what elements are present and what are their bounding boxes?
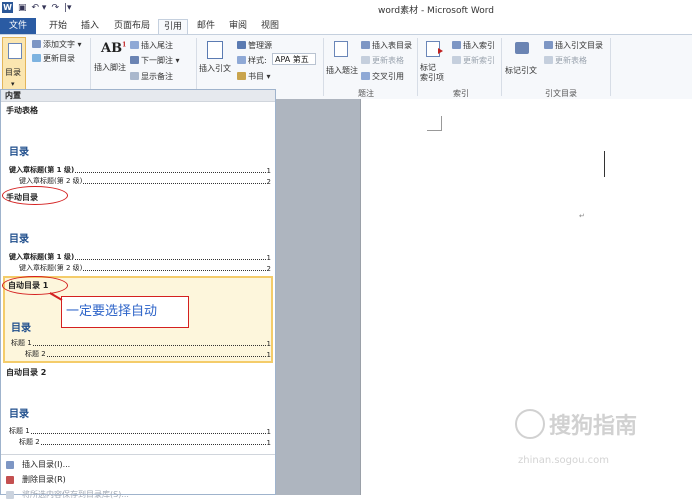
toc-label: 目录 (5, 68, 21, 77)
insert-endnote-icon (130, 41, 139, 49)
table-of-figures-icon (361, 41, 370, 49)
gallery-section-header: 内置 (1, 90, 275, 102)
insert-table-of-figures-button[interactable]: 插入表目录 (361, 40, 412, 51)
gallery-item-manual-table[interactable]: 手动表格 目录 键入章标题(第 1 级) 1 键入章标题(第 2 级) 2 (1, 103, 275, 189)
show-notes-button[interactable]: 显示备注 (130, 71, 173, 82)
mark-entry-icon (426, 41, 443, 57)
bibliography-button[interactable]: 书目 ▾ (237, 71, 271, 82)
insert-toc-menu-item[interactable]: 插入目录(I)... (6, 459, 70, 470)
update-index-button[interactable]: 更新索引 (452, 55, 495, 66)
manage-sources-button[interactable]: 管理源 (237, 40, 272, 51)
annotation-ellipse-manual-toc (2, 186, 68, 205)
add-text-icon (32, 40, 41, 48)
update-toc-icon (32, 54, 41, 62)
toc-line: 键入章标题(第 2 级) 2 (19, 264, 271, 273)
tab-references[interactable]: 引用 (158, 19, 188, 34)
mark-entry-button[interactable]: 标记 索引项 (420, 39, 446, 87)
toc-line: 标题 11 (9, 427, 271, 436)
update-toc-button[interactable]: 更新目录 (32, 53, 75, 64)
insert-citation-button[interactable]: 插入引文 (199, 39, 233, 91)
table-of-authorities-icon (544, 41, 553, 49)
toc-line: 键入章标题(第 2 级) 2 (19, 177, 271, 186)
manual-table-title: 目录 (9, 147, 29, 158)
tab-page-layout[interactable]: 页面布局 (110, 19, 154, 33)
update-authorities-icon (544, 56, 553, 64)
auto-toc-2-title: 目录 (9, 409, 29, 420)
update-table-of-figures-button[interactable]: 更新表格 (361, 55, 404, 66)
manual-table-name: 手动表格 (6, 106, 38, 115)
gallery-item-auto-toc-2[interactable]: 自动目录 2 目录 标题 11 标题 21 (1, 365, 275, 451)
update-table-of-authorities-button[interactable]: 更新表格 (544, 55, 587, 66)
tab-file[interactable]: 文件 (0, 18, 36, 34)
update-table-icon (361, 56, 370, 64)
toc-line: 标题 11 (11, 339, 271, 348)
ribbon-tabs: 文件 开始 插入 页面布局 引用 邮件 审阅 视图 (0, 17, 692, 34)
show-notes-icon (130, 72, 139, 80)
window-title: word素材 - Microsoft Word (377, 6, 495, 16)
toc-line: 键入章标题(第 1 级) 1 (9, 166, 271, 175)
toc-dropdown-arrow-icon: ▾ (11, 80, 15, 88)
toc-button[interactable]: 目录 ▾ (2, 37, 26, 95)
page-margin-corner (427, 116, 442, 131)
tab-home[interactable]: 开始 (44, 19, 72, 33)
watermark-logo: 搜狗指南 (515, 408, 637, 440)
insert-index-icon (452, 41, 461, 49)
paragraph-mark-icon: ↵ (579, 212, 585, 220)
auto-toc-1-title: 目录 (11, 323, 31, 334)
insert-index-button[interactable]: 插入索引 (452, 40, 495, 51)
remove-toc-menu-item[interactable]: 删除目录(R) (6, 474, 66, 485)
insert-toc-icon (6, 460, 14, 469)
group-label-index: 索引 (453, 89, 469, 98)
insert-caption-icon (334, 41, 348, 57)
style-icon (237, 56, 246, 64)
next-footnote-button[interactable]: 下一脚注 ▾ (130, 55, 180, 66)
toc-line: 标题 21 (19, 438, 271, 447)
mark-citation-button[interactable]: 标记引文 (505, 39, 541, 83)
annotation-ellipse-auto-toc-1 (2, 276, 68, 295)
insert-footnote-button[interactable]: AB1 插入脚注 (94, 41, 128, 81)
watermark-url: zhinan.sogou.com (518, 455, 610, 466)
group-label-captions: 题注 (358, 89, 374, 98)
cross-reference-button[interactable]: 交叉引用 (361, 71, 404, 82)
manage-sources-icon (237, 41, 246, 49)
cross-reference-icon (361, 72, 370, 80)
toc-line: 标题 21 (25, 350, 271, 359)
manual-toc-title: 目录 (9, 234, 29, 245)
gallery-menu-divider (1, 454, 275, 455)
update-index-icon (452, 56, 461, 64)
next-footnote-icon (130, 56, 139, 64)
insert-citation-icon (207, 41, 223, 59)
citation-style-select[interactable]: APA 第五 (272, 53, 316, 65)
title-bar: W ▣ ↶ ▾ ↷ |▾ word素材 - Microsoft Word (0, 0, 692, 18)
insert-caption-button[interactable]: 插入题注 (326, 39, 358, 83)
footnote-icon: AB1 (101, 41, 127, 56)
insert-table-of-authorities-button[interactable]: 插入引文目录 (544, 40, 603, 51)
toc-icon (8, 43, 22, 59)
tab-mailings[interactable]: 邮件 (192, 19, 220, 33)
bibliography-icon (237, 72, 246, 80)
text-cursor (604, 151, 605, 177)
citation-style-label: 样式: (237, 55, 267, 66)
tab-insert[interactable]: 插入 (76, 19, 104, 33)
annotation-callout: 一定要选择自动 (61, 296, 189, 328)
sogou-logo-icon (515, 409, 545, 439)
mark-citation-icon (515, 42, 529, 54)
auto-toc-2-name: 自动目录 2 (6, 368, 47, 377)
tab-review[interactable]: 审阅 (224, 19, 252, 33)
group-label-authorities: 引文目录 (545, 89, 577, 98)
toc-line: 键入章标题(第 1 级) 1 (9, 253, 271, 262)
remove-toc-icon (6, 475, 14, 484)
insert-endnote-button[interactable]: 插入尾注 (130, 40, 173, 51)
tab-view[interactable]: 视图 (256, 19, 284, 33)
add-text-button[interactable]: 添加文字 ▾ (32, 39, 82, 50)
